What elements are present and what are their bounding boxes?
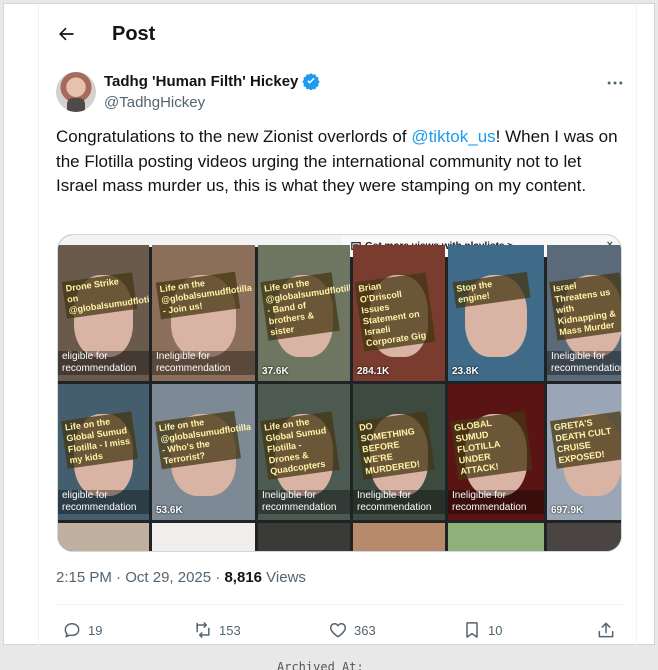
video-thumbnail[interactable]: Israel Threatens us with Kidnapping & Ma…: [547, 245, 621, 381]
meta-dot-2: ·: [211, 569, 225, 586]
share-icon: [598, 622, 614, 638]
avatar[interactable]: [56, 72, 96, 112]
thumbnail-caption: Life on the Global Sumud Flotilla - I mi…: [61, 411, 138, 469]
post-date[interactable]: Oct 29, 2025: [125, 569, 211, 586]
ineligible-label: Ineligible for recommendation: [258, 490, 350, 514]
ineligible-label: eligible for recommendation: [58, 351, 149, 375]
like-count: 363: [354, 622, 376, 638]
video-thumbnail-partial[interactable]: [547, 523, 621, 551]
post-card: Post Tadhg 'Human Filth' Hickey @TadhgHi…: [3, 3, 655, 646]
ineligible-label: Ineligible for recommendation: [547, 351, 621, 375]
thumbnail-caption: Israel Threatens us with Kidnapping & Ma…: [549, 272, 621, 341]
video-thumbnail-partial[interactable]: [258, 523, 350, 551]
video-thumbnail[interactable]: GRETA'S DEATH CULT CRUISE EXPOSED! 697.9K: [547, 384, 621, 520]
thumbnail-view-count: 697.9K: [551, 505, 584, 516]
tweet-text-before: Congratulations to the new Zionist overl…: [56, 127, 412, 146]
bookmark-count: 10: [488, 622, 503, 638]
mention-link[interactable]: @tiktok_us: [411, 127, 495, 146]
views-label: Views: [262, 569, 306, 586]
more-options-button[interactable]: [604, 72, 626, 94]
thumbnail-caption: Life on the Global Sumud Flotilla - Dron…: [260, 411, 340, 480]
tweet-text: Congratulations to the new Zionist overl…: [56, 125, 622, 199]
author-row: Tadhg 'Human Filth' Hickey @TadhgHickey: [56, 70, 626, 116]
repost-button[interactable]: 153: [193, 616, 241, 644]
video-thumbnail[interactable]: DO SOMETHING BEFORE WE'RE MURDERED! Ineli…: [353, 384, 445, 520]
back-button[interactable]: [56, 24, 76, 44]
video-thumbnail[interactable]: GLOBAL SUMUD FLOTILLA UNDER ATTACK! Ineli…: [448, 384, 544, 520]
thumbnail-caption: Life on the @globalsumudflotilla - Band …: [260, 272, 350, 341]
video-thumbnail[interactable]: Drone Strike on @globalsumudflotilla elig…: [58, 245, 149, 381]
bookmark-button[interactable]: 10: [462, 616, 502, 644]
video-thumbnail[interactable]: Life on the Global Sumud Flotilla - Dron…: [258, 384, 350, 520]
arrow-left-icon: [59, 27, 74, 41]
author-handle[interactable]: @TadhgHickey: [104, 94, 205, 111]
author-display-name: Tadhg 'Human Filth' Hickey: [104, 72, 299, 90]
views-count: 8,816: [224, 569, 263, 586]
thumbnail-view-count: 53.6K: [156, 505, 183, 516]
video-thumbnail-partial[interactable]: [448, 523, 544, 551]
ineligible-label: Ineligible for recommendation: [353, 490, 445, 514]
share-button[interactable]: [596, 616, 616, 644]
video-thumbnail-partial[interactable]: [353, 523, 445, 551]
reply-icon: [64, 623, 80, 638]
video-thumbnail-partial[interactable]: [58, 523, 149, 551]
thumbnail-view-count: 284.1K: [357, 366, 390, 377]
thumbnail-caption: Brian O'Driscoll Issues Statement on Isr…: [354, 272, 436, 352]
action-bar: 19 153 363 10: [56, 616, 626, 644]
video-thumbnail[interactable]: Stop the engine! 23.8K: [448, 245, 544, 381]
thumbnail-caption: DO SOMETHING BEFORE WE'RE MURDERED!: [355, 411, 435, 480]
video-thumbnail[interactable]: Life on the @globalsumudflotilla - Band …: [258, 245, 350, 381]
tweet-media-image[interactable]: Get more views with playlists > × Drone …: [57, 234, 622, 552]
post-header: Post: [56, 18, 155, 50]
reply-button[interactable]: 19: [62, 616, 102, 644]
thumbnail-view-count: 23.8K: [452, 366, 479, 377]
meta-dot: ·: [111, 569, 126, 586]
like-button[interactable]: 363: [328, 616, 376, 644]
video-thumbnail-grid: Drone Strike on @globalsumudflotilla elig…: [58, 245, 621, 551]
repost-icon: [196, 622, 210, 638]
thumbnail-view-count: 37.6K: [262, 366, 289, 377]
video-thumbnail[interactable]: Brian O'Driscoll Issues Statement on Isr…: [353, 245, 445, 381]
column-divider-left: [38, 4, 39, 646]
ineligible-label: Ineligible for recommendation: [448, 490, 544, 514]
video-thumbnail[interactable]: Life on the Global Sumud Flotilla - I mi…: [58, 384, 149, 520]
thumbnail-caption: GLOBAL SUMUD FLOTILLA UNDER ATTACK!: [450, 411, 533, 480]
thumbnail-caption: GRETA'S DEATH CULT CRUISE EXPOSED!: [550, 411, 621, 469]
post-time[interactable]: 2:15 PM: [56, 569, 112, 586]
page-title: Post: [112, 22, 156, 45]
video-thumbnail[interactable]: Life on the @globalsumudflotilla - Join …: [152, 245, 255, 381]
video-thumbnail[interactable]: Life on the @globalsumudflotilla - Who's…: [152, 384, 255, 520]
repost-count: 153: [219, 622, 241, 638]
ineligible-label: Ineligible for recommendation: [152, 351, 255, 375]
ineligible-label: eligible for recommendation: [58, 490, 149, 514]
verified-badge-icon: [302, 73, 321, 90]
more-dots-icon: [607, 81, 623, 85]
post-timestamp: 2:15 PM · Oct 29, 2025 · 8,816 Views: [56, 569, 306, 586]
archived-at-label: Archived At:: [277, 660, 364, 670]
divider: [56, 604, 626, 605]
heart-icon: [329, 623, 347, 638]
reply-count: 19: [88, 622, 103, 638]
video-thumbnail-partial[interactable]: [152, 523, 255, 551]
author-name[interactable]: Tadhg 'Human Filth' Hickey: [104, 72, 321, 90]
column-divider-right: [636, 4, 637, 646]
bookmark-icon: [466, 622, 478, 638]
